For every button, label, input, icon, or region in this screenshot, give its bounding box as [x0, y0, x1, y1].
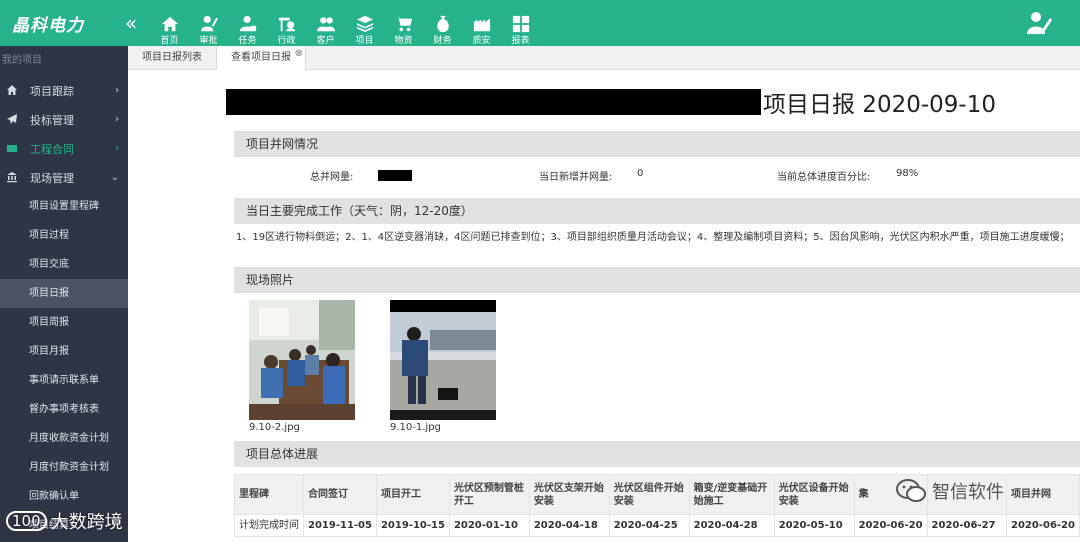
sidebar-item-contract[interactable]: 工程合同 ›: [0, 134, 128, 163]
table-cell: 2020-04-28: [688, 514, 775, 537]
home-icon: [7, 84, 17, 95]
collapse-sidebar-button[interactable]: «: [112, 11, 150, 35]
site-photo-worker[interactable]: [390, 300, 496, 420]
sidebar-sub-weekly-report[interactable]: 项目周报: [0, 308, 128, 337]
table-header: 光伏区预制管桩开工: [448, 474, 530, 515]
chevron-down-icon: ⌄: [110, 172, 119, 183]
sidebar-sub-briefing[interactable]: 项目交底: [0, 250, 128, 279]
total-grid-label: 总并网量:: [310, 172, 354, 183]
section-overall-progress: 项目总体进展: [234, 441, 1080, 467]
contract-icon: [7, 144, 17, 152]
chevron-right-icon: ›: [115, 114, 119, 125]
user-edit-icon[interactable]: [1026, 10, 1052, 36]
report-title: 项目日报 2020-09-10: [226, 88, 996, 118]
sidebar-sub-request-form[interactable]: 事项请示联系单: [0, 366, 128, 395]
tab-daily-report-list[interactable]: 项目日报列表: [128, 46, 217, 70]
photo-caption-2: 9.10-1.jpg: [390, 422, 441, 433]
sidebar-sub-daily-report[interactable]: 项目日报: [0, 279, 128, 308]
nav-customer[interactable]: 客户: [306, 6, 345, 46]
nav-report[interactable]: 报表: [501, 6, 540, 46]
watermark-logo: 100: [6, 511, 47, 531]
sidebar-sub-process[interactable]: 项目过程: [0, 221, 128, 250]
sidebar-sub-milestone[interactable]: 项目设置里程碑: [0, 192, 128, 221]
nav-approve[interactable]: 审批: [189, 6, 228, 46]
table-header: 箱变/逆变基础开始施工: [688, 474, 775, 515]
nav-project[interactable]: 项目: [345, 6, 384, 46]
main-nav: 首页 审批 任务 行政 客户 项目 物资 财务 质安 报表: [150, 0, 540, 46]
redacted-total-grid-value: [378, 170, 412, 181]
table-cell: 2020-06-20: [853, 514, 928, 537]
task-icon: [239, 15, 256, 32]
table-cell: 2019-10-15: [375, 514, 450, 537]
bank-icon: [7, 171, 17, 182]
table-cell: 2020-04-18: [528, 514, 610, 537]
table-cell: 2020-05-10: [773, 514, 855, 537]
table-cell: 2020-06-27: [926, 514, 1008, 537]
site-photo-meeting[interactable]: [249, 300, 355, 420]
tab-bar: 项目日报列表 查看项目日报 ⊗: [128, 46, 1080, 71]
section-grid-status: 项目并网情况: [234, 131, 1080, 157]
section-daily-work: 当日主要完成工作（天气：阴，12-20度）: [234, 198, 1080, 224]
app-logo: 晶科电力: [12, 15, 84, 36]
table-cell: 2020-01-10: [448, 514, 530, 537]
cart-icon: [394, 16, 412, 32]
sidebar-sub-receipt-plan[interactable]: 月度收款资金计划: [0, 424, 128, 453]
sidebar-sub-payback[interactable]: 回款确认单: [0, 482, 128, 511]
sidebar-item-bidding[interactable]: 投标管理 ›: [0, 105, 128, 134]
table-header: 光伏区支架开始安装: [528, 474, 610, 515]
sidebar-item-tracking[interactable]: 项目跟踪 ›: [0, 76, 128, 105]
table-header: 里程碑: [234, 474, 304, 515]
admin-icon: [278, 17, 295, 32]
customer-icon: [316, 17, 335, 32]
new-grid-label: 当日新增并网量:: [539, 172, 613, 183]
nav-admin[interactable]: 行政: [267, 6, 306, 46]
approve-icon: [200, 15, 218, 32]
chevron-right-icon: ›: [115, 143, 119, 154]
sidebar-header: 我的项目: [2, 55, 42, 66]
sidebar-sub-supervision[interactable]: 督办事项考核表: [0, 395, 128, 424]
nav-task[interactable]: 任务: [228, 6, 267, 46]
tab-view-daily-report[interactable]: 查看项目日报 ⊗: [217, 46, 306, 71]
table-header: 光伏区设备开始安装: [773, 474, 855, 515]
table-header: 光伏区组件开始安装: [608, 474, 690, 515]
nav-materials[interactable]: 物资: [384, 6, 423, 46]
safety-icon: [473, 18, 490, 32]
section-site-photos: 现场照片: [234, 267, 1080, 293]
nav-safety[interactable]: 质安: [462, 6, 501, 46]
finance-icon: [436, 15, 449, 33]
table-cell: 计划完成时间: [234, 514, 304, 537]
progress-value: 98%: [896, 168, 919, 179]
table-cell: 2020-06-20: [1006, 514, 1080, 537]
nav-finance[interactable]: 财务: [423, 6, 462, 46]
top-bar: 晶科电力 « 首页 审批 任务 行政 客户 项目 物资 财务 质安 报表: [0, 0, 1080, 46]
grid-stats-row: 总并网量: 当日新增并网量: 0 当前总体进度百分比: 98%: [234, 168, 1080, 188]
daily-work-text: 1、19区进行物料倒运；2、1、4区逆变器消缺，4区问题已排查到位；3、项目部组…: [236, 232, 1070, 243]
main-content: 项目日报 2020-09-10 项目并网情况 总并网量: 当日新增并网量: 0 …: [128, 70, 1080, 542]
sidebar-item-site[interactable]: 现场管理 ⌄: [0, 163, 128, 192]
chevron-right-icon: ›: [115, 85, 119, 96]
report-icon: [512, 15, 529, 33]
sidebar-sub-monthly-report[interactable]: 项目月报: [0, 337, 128, 366]
sidebar-sub-payment-plan[interactable]: 月度付款资金计划: [0, 453, 128, 482]
project-icon: [356, 15, 373, 33]
home-icon: [161, 16, 178, 32]
progress-label: 当前总体进度百分比:: [777, 172, 871, 183]
watermark-right: 智信软件: [896, 478, 1004, 504]
nav-home[interactable]: 首页: [150, 6, 189, 46]
close-icon[interactable]: ⊗: [295, 42, 303, 66]
table-header: 项目开工: [375, 474, 450, 515]
table-header: 合同签订: [303, 474, 377, 515]
send-icon: [7, 113, 17, 124]
watermark-left: 100 大数跨境: [6, 508, 123, 534]
redacted-project-name: [226, 89, 761, 115]
new-grid-value: 0: [637, 168, 644, 179]
wechat-icon: [896, 479, 926, 502]
sidebar: 我的项目 项目跟踪 › 投标管理 › 工程合同 › 现场管理 ⌄ 项目设置里程碑…: [0, 46, 128, 542]
table-cell: 2019-11-05: [303, 514, 377, 537]
table-row: 计划完成时间 2019-11-05 2019-10-15 2020-01-10 …: [234, 514, 1080, 537]
photo-caption-1: 9.10-2.jpg: [249, 422, 300, 433]
table-header: 项目并网: [1006, 474, 1080, 515]
table-cell: 2020-04-25: [608, 514, 690, 537]
